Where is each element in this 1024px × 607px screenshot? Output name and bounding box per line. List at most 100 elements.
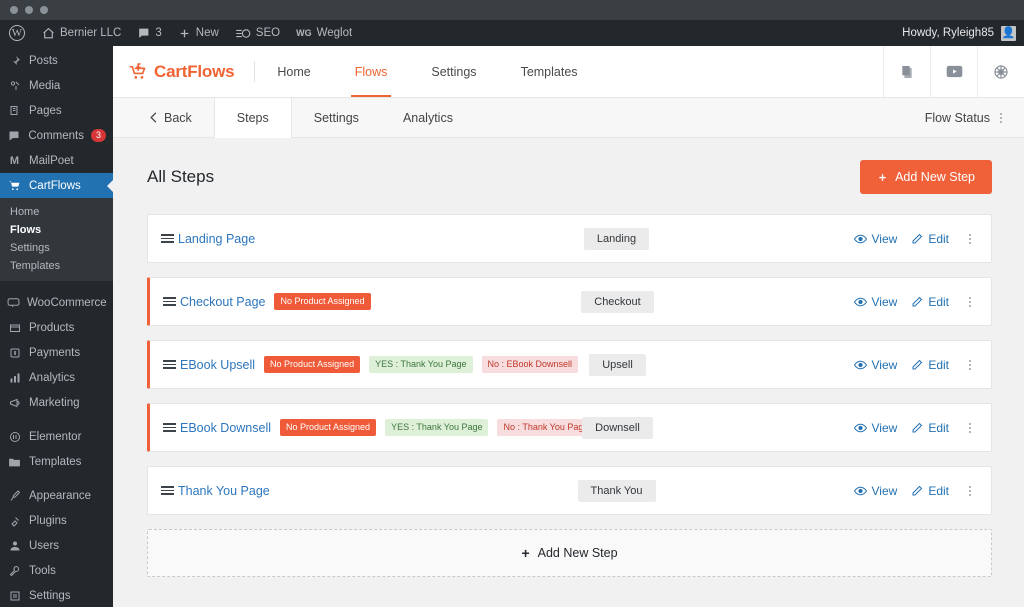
row-kebab-menu-icon[interactable] (963, 230, 977, 248)
cf-nav-settings[interactable]: Settings (409, 46, 498, 97)
seo-button[interactable]: SEO (227, 20, 288, 46)
yes-route-badge: YES : Thank You Page (385, 419, 488, 437)
cf-nav-home[interactable]: Home (255, 46, 332, 97)
sidebar-item-analytics[interactable]: Analytics (0, 365, 113, 390)
sidebar-item-appearance[interactable]: Appearance (0, 483, 113, 508)
sidebar-item-label: WooCommerce (27, 297, 107, 309)
table-row[interactable]: Thank You Page Thank You View Edit (147, 466, 992, 515)
cartflows-logo[interactable]: CartFlows (113, 46, 254, 97)
sidebar-item-media[interactable]: Media (0, 73, 113, 98)
drag-handle-icon[interactable] (150, 422, 180, 434)
step-title-link[interactable]: Thank You Page (178, 484, 270, 498)
edit-label: Edit (928, 484, 949, 498)
sidebar-item-comments[interactable]: Comments 3 (0, 123, 113, 148)
avatar[interactable]: 👤 (1001, 26, 1016, 41)
eye-icon (854, 233, 867, 245)
view-button[interactable]: View (854, 484, 898, 498)
edit-button[interactable]: Edit (911, 358, 949, 372)
sidebar-item-payments[interactable]: Payments (0, 340, 113, 365)
docs-book-icon[interactable] (883, 46, 930, 97)
step-badges: No Product Assigned (274, 293, 370, 311)
chevron-left-icon (149, 112, 158, 123)
view-label: View (872, 484, 898, 498)
add-new-step-button-bottom[interactable]: + Add New Step (147, 529, 992, 577)
tab-settings[interactable]: Settings (292, 98, 381, 137)
plus-icon (178, 27, 191, 40)
drag-handle-icon[interactable] (150, 359, 180, 371)
comments-count: 3 (155, 27, 161, 39)
step-title-link[interactable]: Landing Page (178, 232, 255, 246)
sidebar-item-cartflows[interactable]: CartFlows (0, 173, 113, 198)
sidebar-item-mailpoet[interactable]: M MailPoet (0, 148, 113, 173)
submenu-item-flows[interactable]: Flows (0, 221, 113, 239)
row-kebab-menu-icon[interactable] (963, 482, 977, 500)
drag-handle-icon[interactable] (148, 485, 178, 497)
step-title-link[interactable]: Checkout Page (180, 295, 265, 309)
video-play-icon[interactable] (930, 46, 977, 97)
row-kebab-menu-icon[interactable] (963, 356, 977, 374)
elementor-icon (7, 431, 22, 443)
edit-button[interactable]: Edit (911, 421, 949, 435)
support-wheel-icon[interactable] (977, 46, 1024, 97)
comments-button[interactable]: 3 (129, 20, 169, 46)
wp-admin-bar: W Bernier LLC 3 New SEO (0, 20, 1024, 46)
flow-status-label[interactable]: Flow Status (925, 111, 990, 125)
window-close-dot[interactable] (10, 6, 18, 14)
window-minimize-dot[interactable] (25, 6, 33, 14)
step-title-link[interactable]: EBook Upsell (180, 358, 255, 372)
edit-button[interactable]: Edit (911, 232, 949, 246)
pencil-icon (911, 296, 923, 308)
seo-icon (235, 27, 251, 40)
sidebar-item-label: Marketing (29, 397, 80, 409)
site-name-button[interactable]: Bernier LLC (34, 20, 129, 46)
sidebar-item-posts[interactable]: Posts (0, 48, 113, 73)
view-button[interactable]: View (854, 232, 898, 246)
sidebar-item-pages[interactable]: Pages (0, 98, 113, 123)
step-actions: View Edit (854, 419, 977, 437)
kebab-menu-icon[interactable] (994, 109, 1008, 127)
sidebar-item-settings[interactable]: Settings (0, 583, 113, 607)
howdy-label[interactable]: Howdy, Ryleigh85 (902, 27, 994, 39)
view-button[interactable]: View (854, 295, 898, 309)
row-kebab-menu-icon[interactable] (963, 293, 977, 311)
view-button[interactable]: View (854, 421, 898, 435)
back-label: Back (164, 111, 192, 125)
drag-handle-icon[interactable] (150, 296, 180, 308)
cf-nav-templates[interactable]: Templates (499, 46, 600, 97)
sidebar-item-tools[interactable]: Tools (0, 558, 113, 583)
back-button[interactable]: Back (127, 98, 214, 137)
sidebar-item-label: Settings (29, 590, 71, 602)
new-content-button[interactable]: New (170, 20, 227, 46)
tab-analytics[interactable]: Analytics (381, 98, 475, 137)
table-row[interactable]: Landing Page Landing View Edit (147, 214, 992, 263)
new-label: New (196, 27, 219, 39)
sidebar-item-users[interactable]: Users (0, 533, 113, 558)
row-kebab-menu-icon[interactable] (963, 419, 977, 437)
sidebar-item-woocommerce[interactable]: WooCommerce (0, 290, 113, 315)
wordpress-logo-button[interactable]: W (0, 20, 34, 46)
drag-handle-icon[interactable] (148, 233, 178, 245)
weglot-button[interactable]: WG Weglot (288, 20, 360, 46)
window-maximize-dot[interactable] (40, 6, 48, 14)
sidebar-item-marketing[interactable]: Marketing (0, 390, 113, 415)
step-title-link[interactable]: EBook Downsell (180, 421, 271, 435)
plus-icon (877, 172, 888, 183)
table-row[interactable]: EBook Downsell No Product Assigned YES :… (147, 403, 992, 452)
sidebar-item-products[interactable]: Products (0, 315, 113, 340)
sidebar-item-templates[interactable]: Templates (0, 449, 113, 474)
cf-nav-flows[interactable]: Flows (333, 46, 410, 97)
status-badge: No Product Assigned (280, 419, 376, 437)
table-row[interactable]: EBook Upsell No Product Assigned YES : T… (147, 340, 992, 389)
submenu-item-settings[interactable]: Settings (0, 239, 113, 257)
add-new-step-button-top[interactable]: Add New Step (860, 160, 992, 194)
table-row[interactable]: Checkout Page No Product Assigned Checko… (147, 277, 992, 326)
submenu-item-home[interactable]: Home (0, 203, 113, 221)
sidebar-item-elementor[interactable]: Elementor (0, 424, 113, 449)
edit-button[interactable]: Edit (911, 484, 949, 498)
edit-button[interactable]: Edit (911, 295, 949, 309)
submenu-item-templates[interactable]: Templates (0, 257, 113, 275)
sidebar-item-plugins[interactable]: Plugins (0, 508, 113, 533)
view-button[interactable]: View (854, 358, 898, 372)
tab-steps[interactable]: Steps (214, 98, 292, 138)
edit-label: Edit (928, 358, 949, 372)
